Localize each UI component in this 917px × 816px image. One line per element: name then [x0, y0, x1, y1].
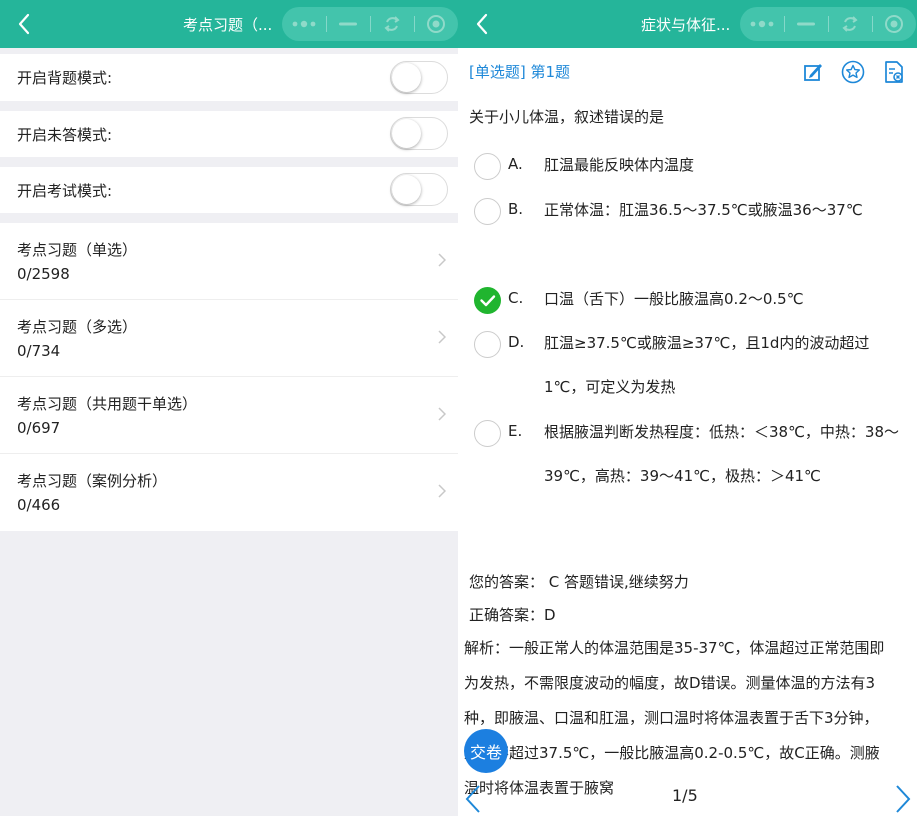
toggle-label: 开启未答模式: [17, 126, 113, 144]
list-item-case[interactable]: 考点习题（案例分析） 0/466 [0, 454, 458, 531]
close-target-icon [885, 15, 903, 33]
option-d-radio[interactable] [474, 331, 501, 358]
list-item-count: 0/734 [17, 342, 61, 360]
answer-card-button[interactable] [882, 60, 906, 84]
page-title: 考点习题（... [183, 16, 273, 34]
option-d-letter: D. [508, 333, 525, 351]
analysis-text: 解析：一般正常人的体温范围是35-37℃，体温超过正常范围即为发热，不需限度波动… [464, 639, 885, 797]
chevron-left-icon [476, 13, 488, 35]
settings-panel: 考点习题（... 开启背题模式: 开启未答模式: 开启考试模式: 考点习题（单选… [0, 0, 458, 816]
chevron-right-icon [438, 484, 446, 498]
list-item-shared-stem[interactable]: 考点习题（共用题干单选） 0/697 [0, 377, 458, 454]
refresh-button[interactable] [370, 7, 414, 41]
list-item-count: 0/466 [17, 496, 61, 514]
refresh-icon [842, 16, 858, 32]
answer-card-icon [885, 61, 903, 83]
chevron-right-icon [438, 330, 446, 344]
prev-page-button[interactable] [464, 784, 482, 816]
submit-exam-button[interactable]: 交卷 [464, 729, 508, 773]
star-icon [841, 60, 865, 84]
close-button[interactable] [414, 7, 458, 41]
switch-knob [392, 63, 421, 92]
capsule-menu [740, 7, 916, 41]
option-e-text[interactable]: 根据腋温判断发热程度：低热：＜38℃，中热：38～39℃，高热：39～41℃，极… [544, 410, 900, 498]
minus-icon [797, 22, 815, 26]
top-bar: 考点习题（... [0, 0, 458, 48]
edit-icon [804, 64, 822, 81]
minimize-button[interactable] [784, 7, 828, 41]
list-item-count: 0/697 [17, 419, 61, 437]
option-a-text[interactable]: 肛温最能反映体内温度 [544, 143, 900, 187]
toggle-label: 开启考试模式: [17, 182, 113, 200]
list-item-single[interactable]: 考点习题（单选） 0/2598 [0, 223, 458, 300]
list-item-title: 考点习题（单选） [17, 241, 138, 259]
note-button[interactable] [801, 60, 825, 84]
chevron-right-icon [438, 253, 446, 267]
page-indicator: 1/5 [672, 786, 698, 805]
option-b-radio[interactable] [474, 198, 501, 225]
option-d-text[interactable]: 肛温≥37.5℃或腋温≥37℃，且1d内的波动超过1℃，可定义为发热 [544, 321, 900, 409]
your-answer: 您的答案： C 答题错误,继续努力 [469, 573, 689, 591]
toggle-row-recite: 开启背题模式: [0, 54, 458, 101]
close-button[interactable] [872, 7, 916, 41]
page-title: 症状与体征... [641, 16, 731, 34]
list-item-title: 考点习题（多选） [17, 318, 138, 336]
correct-answer: 正确答案：D [469, 606, 556, 624]
switch-knob [392, 119, 421, 148]
chevron-left-icon [18, 13, 30, 35]
question-panel: 症状与体征... [单选题] 第1题 关于小儿体温，叙述错误的是 A. 肛温最能… [458, 0, 917, 816]
back-button[interactable] [472, 12, 494, 36]
capsule-menu [282, 7, 458, 41]
next-page-button[interactable] [894, 784, 912, 816]
option-b-letter: B. [508, 200, 524, 218]
more-dots-icon [750, 20, 774, 28]
unanswered-mode-switch[interactable] [390, 117, 448, 150]
option-c-radio[interactable] [474, 287, 501, 314]
chevron-left-icon [465, 785, 480, 813]
toggle-row-exam: 开启考试模式: [0, 167, 458, 213]
list-item-title: 考点习题（案例分析） [17, 472, 168, 490]
question-stem: 关于小儿体温，叙述错误的是 [469, 108, 665, 126]
chevron-right-icon [896, 785, 911, 813]
list-item-count: 0/2598 [17, 265, 70, 283]
toggle-row-unanswered: 开启未答模式: [0, 111, 458, 157]
list-item-multi[interactable]: 考点习题（多选） 0/734 [0, 300, 458, 377]
option-e-radio[interactable] [474, 420, 501, 447]
question-type-label: [单选题] 第1题 [469, 63, 571, 81]
option-c-text[interactable]: 口温（舌下）一般比腋温高0.2～0.5℃ [544, 277, 900, 321]
chevron-right-icon [438, 407, 446, 421]
favorite-button[interactable] [841, 60, 865, 84]
list-item-title: 考点习题（共用题干单选） [17, 395, 198, 413]
refresh-icon [384, 16, 400, 32]
more-button[interactable] [740, 7, 784, 41]
close-target-icon [427, 15, 445, 33]
option-e-letter: E. [508, 422, 523, 440]
checkmark-icon [480, 295, 496, 307]
option-a-letter: A. [508, 155, 523, 173]
toggle-label: 开启背题模式: [17, 69, 113, 87]
more-dots-icon [292, 20, 316, 28]
option-b-text[interactable]: 正常体温：肛温36.5～37.5℃或腋温36～37℃ [544, 188, 900, 232]
minimize-button[interactable] [326, 7, 370, 41]
back-button[interactable] [14, 12, 36, 36]
minus-icon [339, 22, 357, 26]
option-a-radio[interactable] [474, 153, 501, 180]
option-c-letter: C. [508, 289, 524, 307]
top-bar: 症状与体征... [458, 0, 917, 48]
switch-knob [392, 175, 421, 204]
refresh-button[interactable] [828, 7, 872, 41]
recite-mode-switch[interactable] [390, 61, 448, 94]
more-button[interactable] [282, 7, 326, 41]
exam-mode-switch[interactable] [390, 173, 448, 206]
